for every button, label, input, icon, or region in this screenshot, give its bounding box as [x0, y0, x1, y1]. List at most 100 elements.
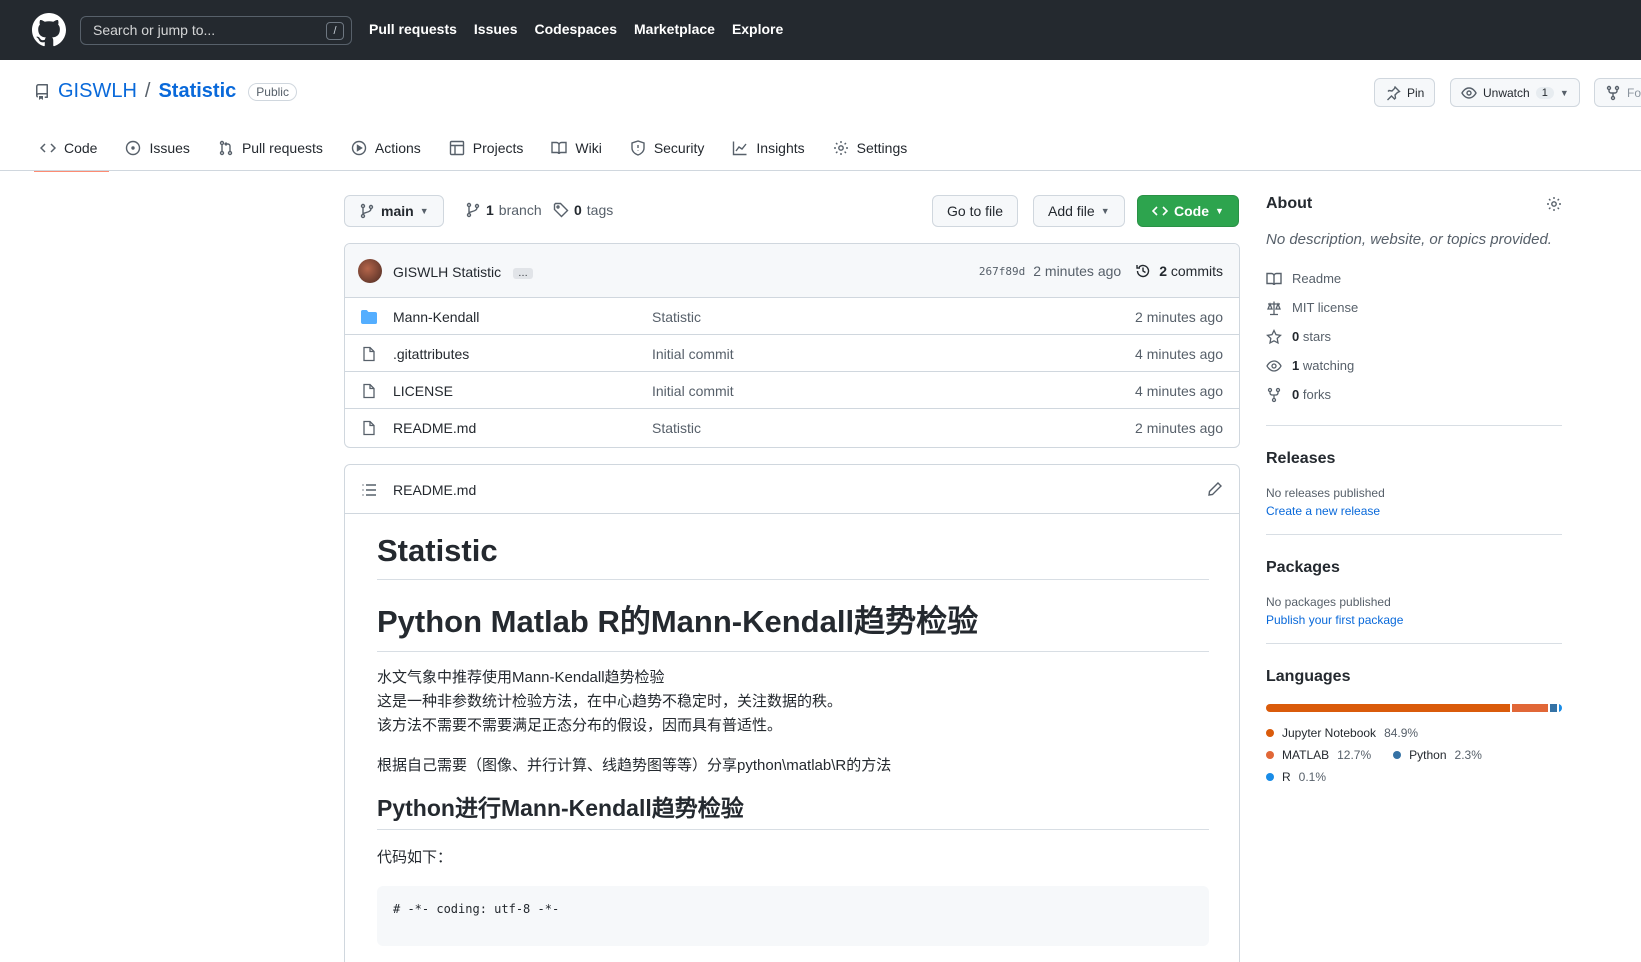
nav-pull-requests[interactable]: Pull requests — [369, 21, 457, 37]
pin-button[interactable]: Pin — [1374, 78, 1436, 107]
commits-link[interactable]: 2 commits — [1159, 263, 1223, 279]
language-item[interactable]: R 0.1% — [1266, 766, 1326, 788]
tag-icon — [553, 202, 569, 218]
branch-name: main — [381, 203, 414, 219]
eye-icon — [1461, 86, 1477, 99]
repo-forked-icon — [1606, 85, 1620, 100]
language-percent: 84.9% — [1384, 726, 1419, 740]
stars-link[interactable]: 0 stars — [1266, 322, 1562, 351]
packages-title[interactable]: Packages — [1266, 559, 1562, 577]
file-commit-message[interactable]: Statistic — [652, 309, 701, 325]
forks-link[interactable]: 0 forks — [1266, 380, 1562, 409]
fork-button[interactable]: Fo — [1594, 78, 1641, 107]
commit-sha[interactable]: 267f89d — [979, 265, 1025, 278]
commit-message[interactable]: Statistic — [452, 264, 501, 280]
tab-code[interactable]: Code — [34, 134, 110, 172]
language-item[interactable]: Python 2.3% — [1393, 744, 1482, 766]
issue-opened-icon — [126, 140, 141, 156]
eye-icon — [1266, 359, 1282, 372]
file-name-link[interactable]: Mann-Kendall — [393, 309, 479, 325]
publish-package-link[interactable]: Publish your first package — [1266, 613, 1562, 627]
go-to-file-button[interactable]: Go to file — [932, 195, 1019, 227]
file-name-link[interactable]: README.md — [393, 420, 476, 436]
branches-count: 1 — [486, 202, 494, 218]
watching-label: watching — [1302, 358, 1355, 373]
tab-wiki[interactable]: Wiki — [545, 134, 613, 170]
file-commit-message[interactable]: Initial commit — [652, 383, 734, 399]
file-age: 4 minutes ago — [1135, 383, 1223, 399]
file-browser: GISWLH Statistic … 267f89d 2 minutes ago… — [344, 243, 1240, 448]
branch-select-button[interactable]: main ▼ — [344, 195, 444, 227]
tab-label: Projects — [472, 140, 524, 156]
language-color-dot — [1393, 751, 1402, 759]
language-item[interactable]: MATLAB 12.7% — [1266, 744, 1371, 766]
tab-pull-requests[interactable]: Pull requests — [212, 134, 335, 170]
book-icon — [1266, 272, 1282, 285]
tab-label: Issues — [149, 140, 190, 156]
add-file-button[interactable]: Add file ▼ — [1033, 195, 1125, 227]
about-description: No description, website, or topics provi… — [1266, 231, 1552, 248]
tags-link[interactable]: 0 tags — [553, 202, 613, 218]
sidebar-divider — [1266, 534, 1562, 535]
commit-summary: GISWLH Statistic … — [393, 264, 534, 280]
language-item[interactable]: Jupyter Notebook 84.9% — [1266, 722, 1418, 744]
tab-settings[interactable]: Settings — [827, 134, 920, 170]
fork-label: Fo — [1627, 85, 1641, 100]
commit-author[interactable]: GISWLH — [393, 264, 448, 280]
pencil-icon[interactable] — [1207, 481, 1223, 497]
git-branch-icon — [466, 202, 480, 218]
tab-issues[interactable]: Issues — [119, 134, 201, 170]
commits-count: 2 — [1159, 263, 1167, 279]
tab-actions[interactable]: Actions — [345, 134, 433, 170]
avatar[interactable] — [358, 259, 382, 283]
language-percent: 12.7% — [1337, 748, 1372, 762]
table-row: LICENSE Initial commit 4 minutes ago — [345, 372, 1239, 409]
branches-link[interactable]: 1 branch — [465, 202, 542, 218]
nav-explore[interactable]: Explore — [732, 21, 783, 37]
sidebar-divider — [1266, 425, 1562, 426]
nav-marketplace[interactable]: Marketplace — [634, 21, 715, 37]
create-release-link[interactable]: Create a new release — [1266, 504, 1562, 518]
repo-separator: / — [144, 80, 151, 102]
list-unordered-icon[interactable] — [361, 482, 377, 498]
search-placeholder: Search or jump to... — [93, 22, 216, 38]
language-bar-segment — [1550, 704, 1557, 712]
about-title: About — [1266, 195, 1313, 212]
code-dropdown-button[interactable]: Code ▼ — [1137, 195, 1239, 227]
stars-label: stars — [1302, 329, 1332, 344]
code-icon — [40, 143, 56, 153]
tab-insights[interactable]: Insights — [726, 134, 816, 170]
gear-icon[interactable] — [1546, 196, 1562, 212]
nav-codespaces[interactable]: Codespaces — [535, 21, 617, 37]
caret-down-icon: ▼ — [1100, 206, 1110, 216]
license-link[interactable]: MIT license — [1266, 293, 1562, 322]
file-name-link[interactable]: .gitattributes — [393, 346, 469, 362]
file-name-link[interactable]: LICENSE — [393, 383, 453, 399]
search-input[interactable]: Search or jump to... / — [80, 16, 352, 45]
file-commit-message[interactable]: Statistic — [652, 420, 701, 436]
caret-down-icon: ▼ — [1559, 87, 1569, 98]
unwatch-label: Unwatch — [1483, 85, 1530, 100]
readme-line: 水文气象中推荐使用Mann-Kendall趋势检验 — [377, 668, 665, 686]
commit-ellipsis-button[interactable]: … — [513, 267, 534, 279]
git-pull-request-icon — [219, 140, 233, 156]
releases-title[interactable]: Releases — [1266, 450, 1562, 468]
commit-age: 2 minutes ago — [1033, 263, 1122, 279]
forks-label: forks — [1302, 387, 1332, 402]
repo-owner-link[interactable]: GISWLH — [58, 80, 137, 103]
file-commit-message[interactable]: Initial commit — [652, 346, 734, 362]
tab-projects[interactable]: Projects — [443, 134, 536, 170]
nav-issues[interactable]: Issues — [474, 21, 518, 37]
pin-label: Pin — [1407, 85, 1425, 100]
language-percent: 2.3% — [1454, 748, 1482, 762]
repo-name-link[interactable]: Statistic — [158, 80, 236, 103]
top-nav: Pull requests Issues Codespaces Marketpl… — [369, 21, 783, 37]
readme-filename[interactable]: README.md — [393, 482, 476, 498]
tab-label: Wiki — [575, 140, 602, 156]
unwatch-button[interactable]: Unwatch 1 ▼ — [1450, 78, 1580, 107]
github-logo-icon[interactable] — [32, 13, 66, 47]
tab-security[interactable]: Security — [624, 134, 717, 170]
repo-title: GISWLH / Statistic Public — [34, 80, 297, 103]
readme-link[interactable]: Readme — [1266, 264, 1562, 293]
watchers-link[interactable]: 1 watching — [1266, 351, 1562, 380]
